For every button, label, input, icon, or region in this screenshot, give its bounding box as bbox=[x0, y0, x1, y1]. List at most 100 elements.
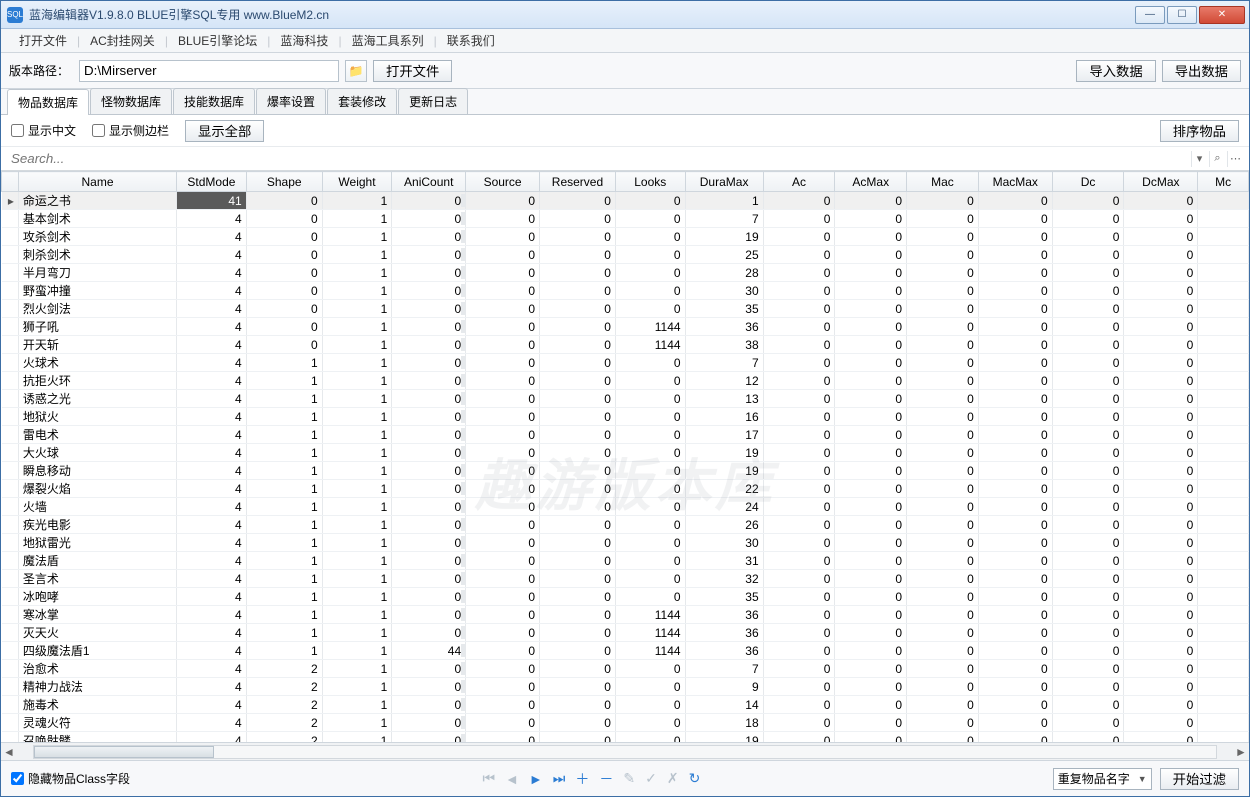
cell[interactable] bbox=[1198, 282, 1249, 300]
cell[interactable]: 1 bbox=[322, 408, 392, 426]
cell[interactable]: 0 bbox=[540, 588, 616, 606]
cell[interactable]: 1 bbox=[246, 372, 322, 390]
cell[interactable]: 1 bbox=[322, 390, 392, 408]
cell[interactable]: 4 bbox=[177, 534, 247, 552]
cell[interactable]: 0 bbox=[1124, 570, 1198, 588]
cell[interactable]: 0 bbox=[540, 426, 616, 444]
cell[interactable]: 0 bbox=[466, 300, 540, 318]
nav-refresh-icon[interactable]: ↻ bbox=[689, 770, 701, 787]
cell[interactable]: 25 bbox=[685, 246, 763, 264]
cell[interactable]: 0 bbox=[540, 318, 616, 336]
cell[interactable]: 0 bbox=[907, 318, 979, 336]
cell[interactable]: 0 bbox=[763, 300, 835, 318]
scroll-right-icon[interactable]: ► bbox=[1233, 745, 1249, 759]
cell[interactable]: 0 bbox=[615, 282, 685, 300]
cell[interactable] bbox=[1198, 606, 1249, 624]
cell[interactable]: 0 bbox=[763, 372, 835, 390]
cell[interactable]: 0 bbox=[907, 300, 979, 318]
cell[interactable]: 2 bbox=[246, 732, 322, 743]
cell[interactable]: 0 bbox=[1052, 282, 1124, 300]
cell[interactable]: 36 bbox=[685, 606, 763, 624]
cell[interactable]: 灭天火 bbox=[18, 624, 176, 642]
cell[interactable] bbox=[1198, 660, 1249, 678]
cell[interactable] bbox=[1198, 678, 1249, 696]
cell[interactable]: 0 bbox=[835, 246, 907, 264]
cell[interactable]: 0 bbox=[907, 588, 979, 606]
cell[interactable]: 0 bbox=[540, 282, 616, 300]
cell[interactable]: 2 bbox=[246, 714, 322, 732]
cell[interactable]: 4 bbox=[177, 210, 247, 228]
cell[interactable]: 0 bbox=[466, 570, 540, 588]
cell[interactable]: 0 bbox=[1052, 678, 1124, 696]
cell[interactable]: 0 bbox=[1052, 534, 1124, 552]
cell[interactable]: 0 bbox=[466, 714, 540, 732]
cell[interactable]: 0 bbox=[835, 336, 907, 354]
cell[interactable]: 0 bbox=[978, 390, 1052, 408]
cell[interactable]: 1 bbox=[322, 624, 392, 642]
cell[interactable]: 1 bbox=[322, 246, 392, 264]
cell[interactable]: 0 bbox=[978, 552, 1052, 570]
cell[interactable]: 0 bbox=[978, 570, 1052, 588]
cell[interactable]: 1 bbox=[322, 462, 392, 480]
cell[interactable]: 4 bbox=[177, 516, 247, 534]
cell[interactable]: 瞬息移动 bbox=[18, 462, 176, 480]
cell[interactable]: 4 bbox=[177, 246, 247, 264]
cell[interactable]: 0 bbox=[392, 264, 466, 282]
cell[interactable]: 1144 bbox=[615, 624, 685, 642]
cell[interactable] bbox=[1198, 534, 1249, 552]
cell[interactable]: 0 bbox=[540, 462, 616, 480]
show-sidebar-checkbox[interactable]: 显示侧边栏 bbox=[92, 122, 169, 139]
cell[interactable]: 4 bbox=[177, 300, 247, 318]
nav-cancel-icon[interactable]: ✗ bbox=[667, 770, 679, 787]
cell[interactable] bbox=[1198, 732, 1249, 743]
cell[interactable]: 0 bbox=[392, 480, 466, 498]
cell[interactable]: 1 bbox=[246, 642, 322, 660]
cell[interactable]: 0 bbox=[763, 192, 835, 210]
cell[interactable]: 0 bbox=[466, 354, 540, 372]
cell[interactable]: 0 bbox=[392, 678, 466, 696]
cell[interactable]: 0 bbox=[615, 300, 685, 318]
cell[interactable]: 爆裂火焰 bbox=[18, 480, 176, 498]
column-header[interactable]: Looks bbox=[615, 172, 685, 192]
cell[interactable]: 7 bbox=[685, 354, 763, 372]
cell[interactable]: 30 bbox=[685, 282, 763, 300]
column-header[interactable]: Source bbox=[466, 172, 540, 192]
cell[interactable] bbox=[1198, 228, 1249, 246]
table-row[interactable]: 攻杀剑术401000019000000 bbox=[2, 228, 1249, 246]
table-row[interactable]: 火球术41100007000000 bbox=[2, 354, 1249, 372]
nav-first-icon[interactable]: ⏮ bbox=[482, 770, 495, 787]
tab-4[interactable]: 套装修改 bbox=[327, 88, 397, 114]
cell[interactable]: 0 bbox=[466, 588, 540, 606]
cell[interactable] bbox=[1198, 642, 1249, 660]
cell[interactable]: 0 bbox=[615, 192, 685, 210]
cell[interactable]: 0 bbox=[466, 696, 540, 714]
cell[interactable]: 0 bbox=[907, 192, 979, 210]
cell[interactable]: 0 bbox=[615, 498, 685, 516]
cell[interactable] bbox=[1198, 444, 1249, 462]
cell[interactable]: 1 bbox=[322, 678, 392, 696]
cell[interactable]: 0 bbox=[246, 264, 322, 282]
cell[interactable]: 0 bbox=[540, 192, 616, 210]
cell[interactable] bbox=[1198, 408, 1249, 426]
cell[interactable]: 0 bbox=[615, 444, 685, 462]
cell[interactable]: 0 bbox=[835, 480, 907, 498]
cell[interactable]: 0 bbox=[835, 498, 907, 516]
cell[interactable]: 1 bbox=[246, 480, 322, 498]
cell[interactable]: 0 bbox=[907, 282, 979, 300]
cell[interactable]: 0 bbox=[466, 426, 540, 444]
table-row[interactable]: 抗拒火环411000012000000 bbox=[2, 372, 1249, 390]
column-header[interactable]: AniCount bbox=[392, 172, 466, 192]
cell[interactable]: 0 bbox=[763, 552, 835, 570]
cell[interactable]: 0 bbox=[907, 444, 979, 462]
cell[interactable]: 0 bbox=[978, 588, 1052, 606]
menu-item[interactable]: 蓝海科技 bbox=[270, 32, 338, 49]
cell[interactable]: 0 bbox=[907, 498, 979, 516]
cell[interactable]: 0 bbox=[1052, 606, 1124, 624]
cell[interactable]: 灵魂火符 bbox=[18, 714, 176, 732]
tab-3[interactable]: 爆率设置 bbox=[256, 88, 326, 114]
cell[interactable]: 0 bbox=[835, 264, 907, 282]
cell[interactable]: 0 bbox=[763, 714, 835, 732]
cell[interactable]: 攻杀剑术 bbox=[18, 228, 176, 246]
cell[interactable]: 0 bbox=[978, 444, 1052, 462]
cell[interactable]: 0 bbox=[466, 660, 540, 678]
